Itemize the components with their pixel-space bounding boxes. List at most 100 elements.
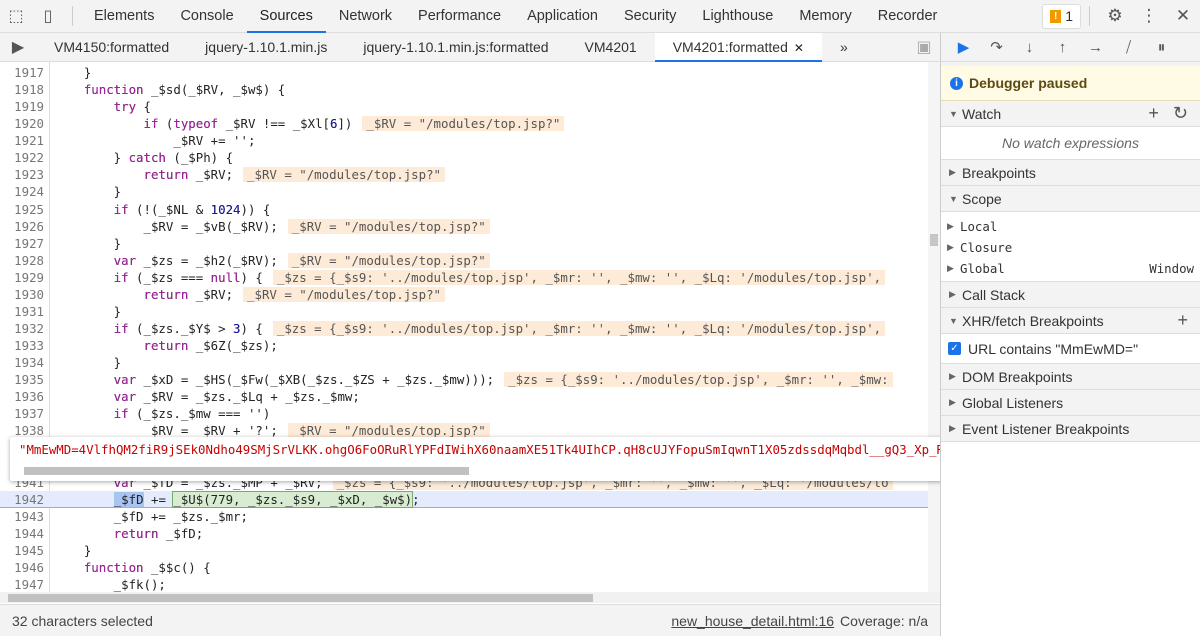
file-tab-label: VM4201:formatted	[672, 38, 788, 55]
line-number[interactable]: 1928	[0, 252, 44, 269]
scrollbar-thumb[interactable]	[930, 234, 938, 246]
line-number[interactable]: 1927	[0, 235, 44, 252]
tab-performance[interactable]: Performance	[405, 0, 514, 33]
add-xhr-breakpoint-icon[interactable]: +	[1177, 310, 1188, 331]
section-title: Event Listener Breakpoints	[962, 420, 1130, 437]
code-line: 1928 var _$zs = _$h2(_$RV); _$RV = "/modu…	[0, 252, 940, 269]
code-text: return _$fD;	[54, 525, 204, 541]
file-tab[interactable]: VM4201	[567, 33, 655, 62]
horizontal-scrollbar[interactable]	[0, 592, 940, 603]
step-into-icon[interactable]: ↓	[1013, 39, 1046, 56]
section-breakpoints[interactable]: ▶ Breakpoints	[941, 160, 1200, 186]
section-global-listeners[interactable]: ▶ Global Listeners	[941, 390, 1200, 416]
toggle-debugger-sidebar-icon[interactable]: ▣	[908, 31, 940, 64]
line-number[interactable]: 1934	[0, 354, 44, 371]
line-number[interactable]: 1945	[0, 542, 44, 559]
device-toolbar-icon[interactable]: ▯	[32, 0, 64, 33]
pause-on-exceptions-icon[interactable]: ⏸	[1145, 39, 1178, 56]
add-watch-icon[interactable]: +	[1148, 103, 1159, 124]
line-number[interactable]: 1947	[0, 576, 44, 592]
current-execution-line: 1942 _$fD += _$U$(779, _$zs._$s9, _$xD, …	[0, 490, 940, 508]
more-tabs-button[interactable]: »	[822, 33, 866, 62]
step-icon[interactable]: →	[1079, 39, 1112, 56]
source-location-link[interactable]: new_house_detail.html:16	[671, 613, 834, 629]
line-number[interactable]: 1932	[0, 320, 44, 337]
collapsed-arrow-icon: ▶	[949, 371, 956, 381]
vertical-scrollbar[interactable]	[928, 62, 940, 592]
line-number[interactable]: 1931	[0, 303, 44, 320]
checkbox-checked[interactable]: ✓	[948, 342, 961, 355]
code-editor[interactable]: 1917 } }1918 function _$sd(_$RV, _$w$) {…	[0, 62, 940, 592]
line-number[interactable]: 1920	[0, 115, 44, 132]
line-number[interactable]: 1925	[0, 201, 44, 218]
line-number[interactable]: 1926	[0, 218, 44, 235]
line-number[interactable]: 1917	[0, 64, 44, 81]
line-number[interactable]: 1944	[0, 525, 44, 542]
line-number[interactable]: 1933	[0, 337, 44, 354]
tab-elements[interactable]: Elements	[81, 0, 167, 33]
line-number[interactable]: 1919	[0, 98, 44, 115]
tab-recorder[interactable]: Recorder	[865, 0, 951, 33]
scope-item-local[interactable]: ▶ Local	[947, 216, 1200, 237]
line-number[interactable]: 1929	[0, 269, 44, 286]
line-number[interactable]: 1936	[0, 388, 44, 405]
scope-item-global[interactable]: ▶ Global Window	[947, 258, 1200, 279]
file-tab[interactable]: VM4150:formatted	[36, 33, 187, 62]
line-number[interactable]: 1942	[0, 491, 44, 508]
tab-network[interactable]: Network	[326, 0, 405, 33]
line-number[interactable]: 1946	[0, 559, 44, 576]
file-tab[interactable]: jquery-1.10.1.min.js:formatted	[345, 33, 566, 62]
step-out-icon[interactable]: ↑	[1046, 39, 1079, 56]
section-call-stack[interactable]: ▶ Call Stack	[941, 282, 1200, 308]
line-number[interactable]: 1923	[0, 166, 44, 183]
line-number[interactable]: 1937	[0, 405, 44, 422]
line-code: return _$RV; _$RV = "/modules/top.jsp?"	[54, 166, 446, 183]
file-tab[interactable]: jquery-1.10.1.min.js	[187, 33, 345, 62]
tab-application[interactable]: Application	[514, 0, 611, 33]
section-xhr-breakpoints[interactable]: ▼ XHR/fetch Breakpoints +	[941, 308, 1200, 334]
code-text: try {	[54, 99, 151, 115]
line-number[interactable]: 1921	[0, 132, 44, 149]
line-number[interactable]: 1943	[0, 508, 44, 525]
step-over-icon[interactable]: ↷	[980, 38, 1013, 56]
issues-button[interactable]: ! 1	[1042, 3, 1081, 29]
deactivate-breakpoints-icon[interactable]: ⧸	[1112, 39, 1145, 56]
scope-item-closure[interactable]: ▶ Closure	[947, 237, 1200, 258]
panel-tabs: Elements Console Sources Network Performance…	[81, 0, 950, 33]
line-code: if (_$zs._$Y$ > 3) {_$zs = {_$s9: '../mo…	[54, 320, 886, 337]
section-watch[interactable]: ▼ Watch + ↻	[941, 101, 1200, 127]
section-title: DOM Breakpoints	[962, 368, 1073, 385]
line-number[interactable]: 1924	[0, 183, 44, 200]
file-tab-label: jquery-1.10.1.min.js:formatted	[363, 38, 549, 55]
more-options-icon[interactable]: ⋮	[1132, 6, 1166, 26]
inline-value: _$RV = "/modules/top.jsp?"	[243, 167, 446, 183]
tab-security[interactable]: Security	[611, 0, 689, 33]
line-number[interactable]: 1930	[0, 286, 44, 303]
tab-console[interactable]: Console	[167, 0, 246, 33]
tab-sources[interactable]: Sources	[246, 0, 326, 33]
xhr-breakpoint-item[interactable]: ✓ URL contains "MmEwMD="	[941, 334, 1200, 364]
resume-icon[interactable]: ▶	[947, 38, 980, 56]
section-event-listener-breakpoints[interactable]: ▶ Event Listener Breakpoints	[941, 416, 1200, 442]
line-code: if (_$zs._$mw === '')	[54, 405, 271, 422]
refresh-icon[interactable]: ↻	[1173, 103, 1188, 124]
code-line: 1931 } }	[0, 303, 940, 320]
line-number[interactable]: 1935	[0, 371, 44, 388]
section-scope[interactable]: ▼ Scope	[941, 186, 1200, 212]
line-number[interactable]: 1922	[0, 149, 44, 166]
issue-icon: !	[1050, 9, 1062, 23]
close-icon[interactable]: ✕	[1166, 6, 1200, 26]
close-tab-icon[interactable]: ✕	[794, 41, 804, 55]
settings-gear-icon[interactable]: ⚙	[1098, 6, 1132, 26]
collapsed-arrow-icon: ▶	[947, 263, 954, 273]
tab-lighthouse[interactable]: Lighthouse	[689, 0, 786, 33]
inspect-element-icon[interactable]: ⬚	[0, 0, 32, 33]
file-tab[interactable]: VM4201:formatted ✕	[654, 32, 822, 62]
tab-memory[interactable]: Memory	[786, 0, 864, 33]
line-code: if (_$zs === null) {_$zs = {_$s9: '../mo…	[54, 269, 886, 286]
scrollbar-thumb[interactable]	[8, 594, 593, 602]
toggle-navigator-icon[interactable]: ▶	[0, 31, 36, 64]
popover-scrollbar[interactable]	[24, 467, 469, 475]
section-dom-breakpoints[interactable]: ▶ DOM Breakpoints	[941, 364, 1200, 390]
line-number[interactable]: 1918	[0, 81, 44, 98]
